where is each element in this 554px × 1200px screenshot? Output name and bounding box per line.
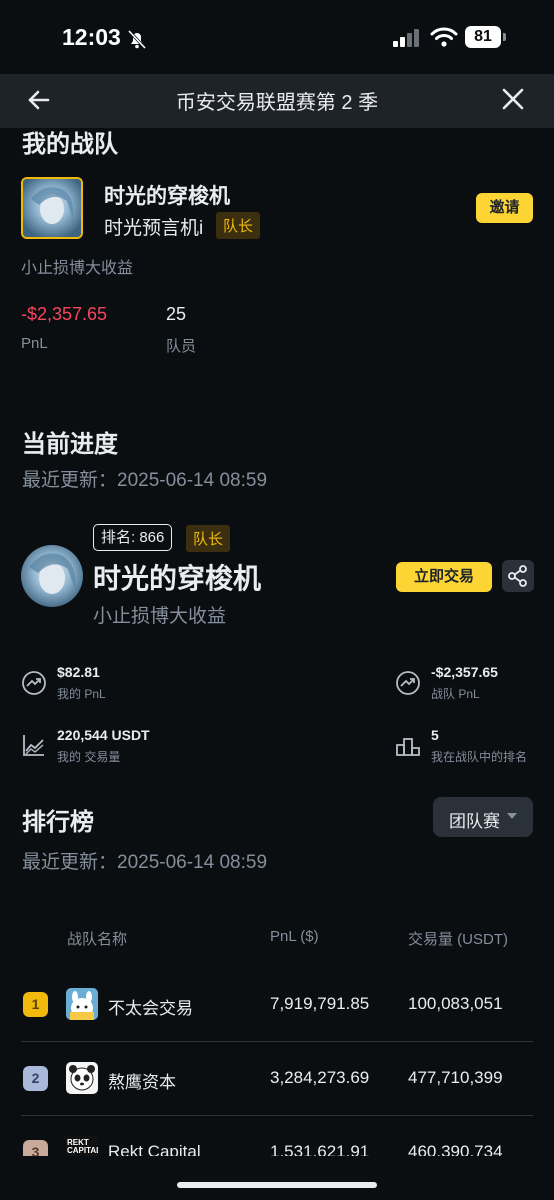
row-divider <box>21 1115 533 1116</box>
battery-icon: 81 <box>465 26 501 48</box>
leaderboard-updated: 最近更新：2025-06-14 08:59 <box>22 852 268 873</box>
column-header-team: 战队名称 <box>67 931 128 948</box>
wifi-icon <box>430 27 458 47</box>
home-indicator[interactable] <box>177 1182 377 1188</box>
my-rank-value: 5 <box>431 727 439 743</box>
my-pnl-label: 我的 PnL <box>57 687 106 701</box>
progress-team-name: 时光的穿梭机 <box>93 563 262 594</box>
progress-team-avatar <box>21 545 83 607</box>
rank-badge: 排名: 866 <box>93 524 173 551</box>
mute-bell-icon <box>127 29 147 50</box>
pnl-trend-icon <box>22 671 46 695</box>
my-pnl-value: $82.81 <box>57 664 100 680</box>
table-row[interactable]: 3 REKT CAPITAL Rekt Capital 1,531,621.91… <box>21 1120 533 1158</box>
team-name: 时光的穿梭机 <box>104 185 230 208</box>
table-row[interactable]: 2 熬鹰资本 3,284,273.69 477,710,399 <box>21 1046 533 1112</box>
battery-cap <box>503 33 506 41</box>
caret-down-icon <box>507 813 517 819</box>
volume-cell: 100,083,051 <box>408 994 503 1013</box>
table-row[interactable]: 1 不太会交易 7,919,791.85 100,083,051 <box>21 972 533 1038</box>
status-bar: 12:03 81 <box>0 0 554 74</box>
invite-button[interactable]: 邀请 <box>476 193 533 223</box>
team-pnl-trend-icon <box>396 671 420 695</box>
row-divider <box>21 1041 533 1042</box>
team-avatar <box>66 988 98 1020</box>
team-name-cell: 熬鹰资本 <box>108 1073 176 1092</box>
rank-badge-silver: 2 <box>23 1066 48 1091</box>
cellular-signal-icon <box>393 29 419 47</box>
volume-chart-icon <box>23 735 44 756</box>
rank-badge-gold: 1 <box>23 992 48 1017</box>
volume-cell: 477,710,399 <box>408 1068 503 1087</box>
progress-leader-badge: 队长 <box>186 525 231 552</box>
rekt-capital-logo-text: REKT CAPITAL <box>67 1138 98 1155</box>
progress-heading: 当前进度 <box>22 431 118 458</box>
progress-team-motto: 小止损博大收益 <box>93 606 227 627</box>
leader-badge: 队长 <box>216 212 261 239</box>
column-header-pnl: PnL ($) <box>270 928 319 945</box>
team-avatar <box>66 1062 98 1094</box>
battery-level: 81 <box>474 28 492 45</box>
progress-updated: 最近更新：2025-06-14 08:59 <box>22 470 268 491</box>
status-time: 12:03 <box>62 24 121 50</box>
team-avatar <box>21 177 83 239</box>
my-volume-value: 220,544 USDT <box>57 727 150 743</box>
share-icon <box>508 565 527 587</box>
team-motto: 小止损博大收益 <box>21 260 134 277</box>
podium-icon <box>396 738 420 756</box>
my-volume-label: 我的 交易量 <box>57 750 121 764</box>
team-mode-dropdown[interactable]: 团队赛 <box>433 797 533 837</box>
members-label: 队员 <box>166 338 197 355</box>
share-button[interactable] <box>502 560 534 592</box>
team-pnl-stat-label: 战队 PnL <box>431 687 480 701</box>
my-rank-label: 我在战队中的排名 <box>431 750 528 764</box>
team-mode-dropdown-label: 团队赛 <box>449 812 500 831</box>
bottom-safe-area <box>0 1156 554 1200</box>
rekt-capital-logo: REKT CAPITAL <box>66 1136 98 1158</box>
team-pnl-value: -$2,357.65 <box>21 304 108 324</box>
team-pnl-stat-value: -$2,357.65 <box>431 664 498 680</box>
members-value: 25 <box>166 304 187 324</box>
my-team-heading: 我的战队 <box>22 131 118 158</box>
team-pnl-label: PnL <box>21 335 48 352</box>
leaderboard-heading: 排行榜 <box>22 809 94 836</box>
pnl-cell: 7,919,791.85 <box>270 994 370 1013</box>
pnl-cell: 3,284,273.69 <box>270 1068 370 1087</box>
trade-now-button[interactable]: 立即交易 <box>396 562 492 592</box>
page-title: 币安交易联盟赛第 2 季 <box>175 92 379 114</box>
close-icon[interactable] <box>500 86 526 112</box>
column-header-volume: 交易量 (USDT) <box>408 931 508 948</box>
member-name: 时光预言机i <box>104 218 204 239</box>
team-name-cell: 不太会交易 <box>108 999 193 1018</box>
top-nav-bar: 币安交易联盟赛第 2 季 <box>0 74 554 128</box>
